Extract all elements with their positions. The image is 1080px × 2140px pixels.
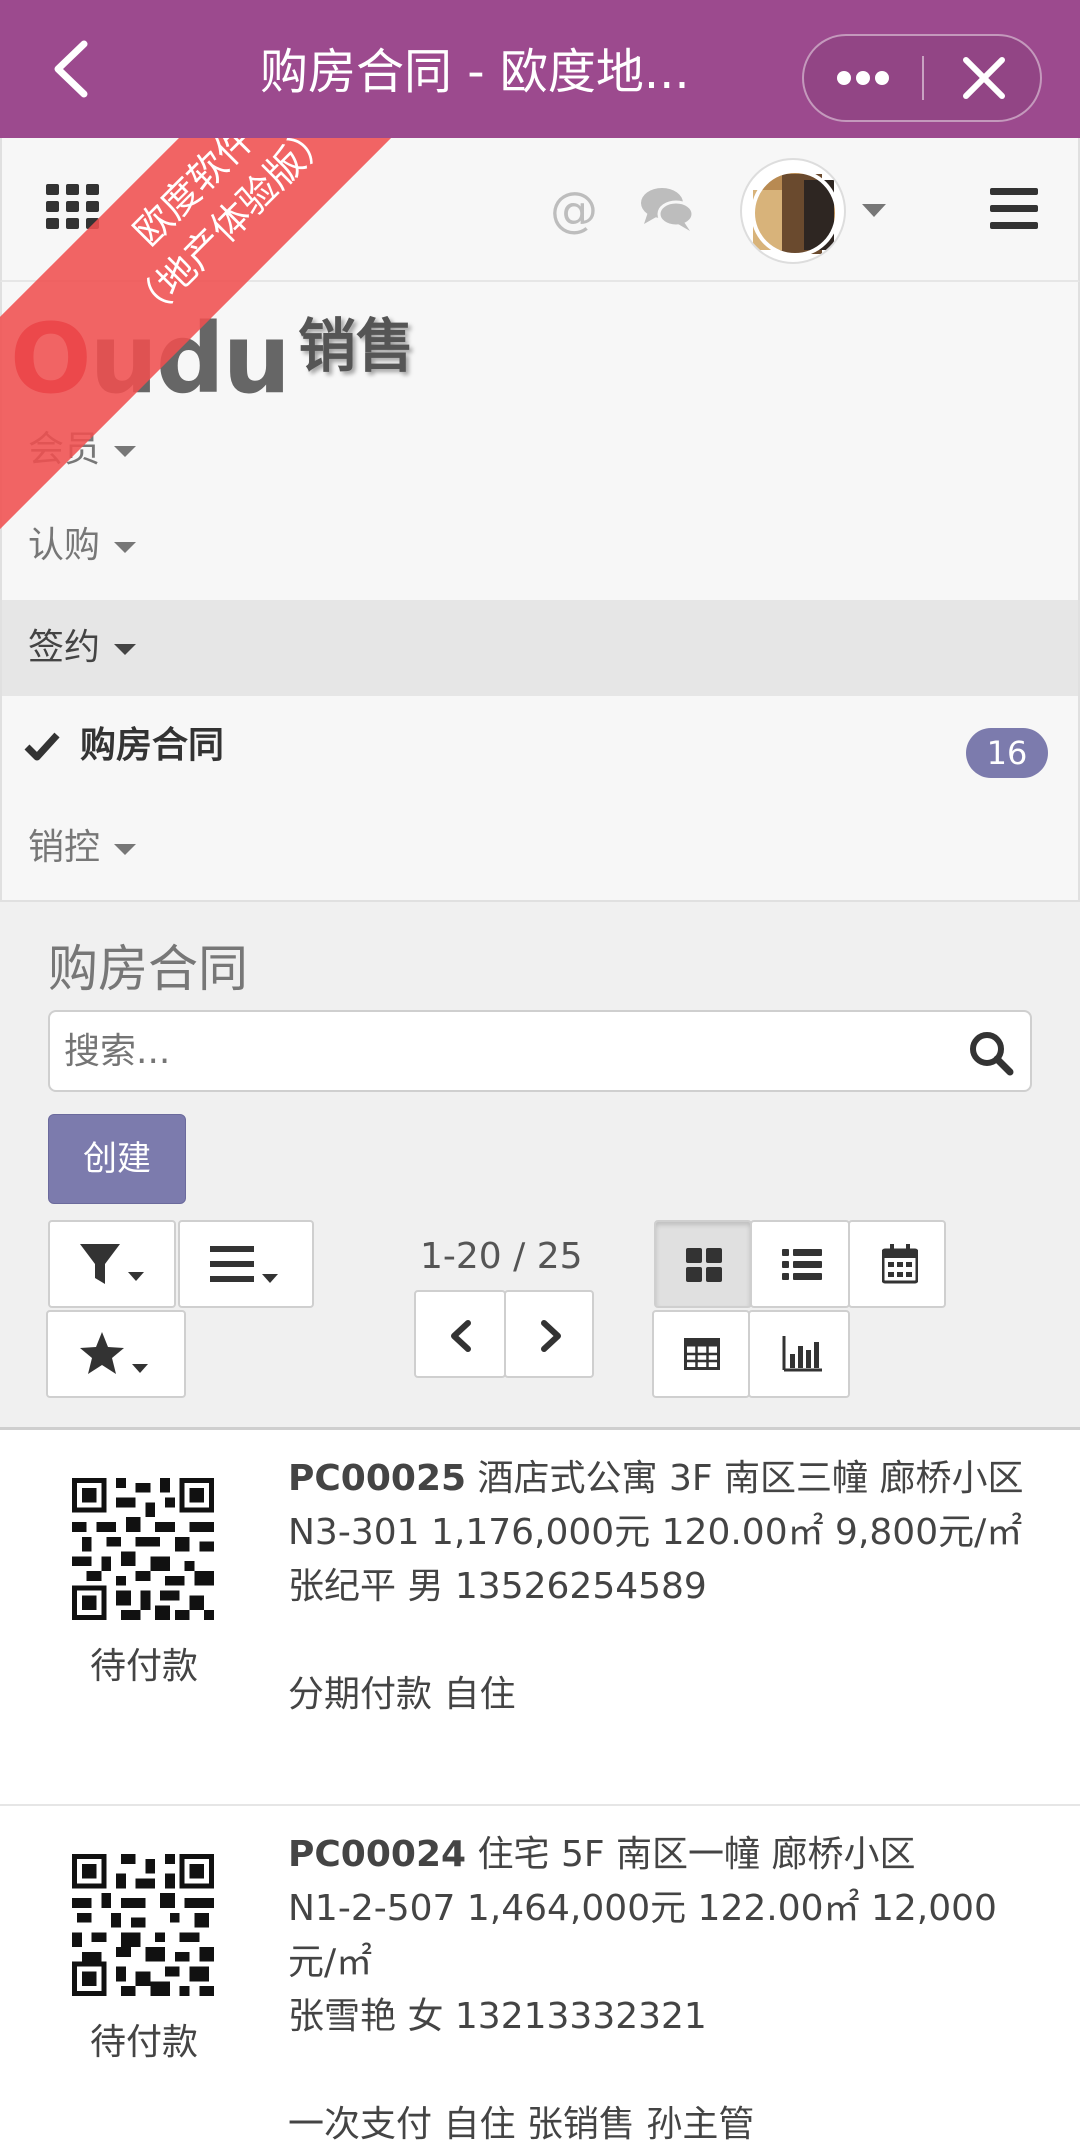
- record-line-5: 分期付款 自住: [288, 1674, 516, 1715]
- menu-item-label: 认购: [28, 525, 101, 566]
- brand-logo: Oudu: [10, 303, 291, 415]
- brand-header: Oudu 销售: [2, 282, 1078, 414]
- menu-item-label: 签约: [28, 627, 101, 668]
- user-avatar[interactable]: [740, 158, 846, 264]
- record-line-1: 酒店式公寓 3F 南区三幢 廊桥小区: [477, 1458, 1024, 1499]
- odoo-top-bar: @: [0, 138, 1080, 282]
- group-by-icon: [210, 1246, 278, 1283]
- caret-down-icon: [114, 843, 137, 855]
- page-title: 购房合同: [48, 940, 248, 998]
- back-button[interactable]: [40, 34, 110, 104]
- pager-previous-button[interactable]: [414, 1290, 506, 1378]
- close-icon: [963, 57, 1005, 99]
- chat-bubbles-icon[interactable]: [640, 186, 695, 232]
- record-line-4: [288, 1614, 1028, 1668]
- create-button[interactable]: 创建: [48, 1114, 186, 1204]
- filter-button[interactable]: [48, 1220, 176, 1308]
- caret-down-icon: [114, 541, 137, 553]
- chevron-left-icon: [451, 1320, 471, 1352]
- app-name: 销售: [298, 312, 415, 380]
- pager-value: 1-20 / 25: [420, 1236, 583, 1277]
- list-view-button[interactable]: [750, 1220, 850, 1308]
- caret-down-icon[interactable]: [862, 204, 886, 218]
- list-icon: [782, 1249, 822, 1280]
- record-details: PC00025 酒店式公寓 3F 南区三幢 廊桥小区 N3-301 1,176,…: [288, 1452, 1028, 1722]
- qr-code-image: [72, 1854, 214, 1996]
- menu-item-label: 购房合同: [80, 725, 225, 766]
- menu-item-label: 销控: [28, 827, 101, 868]
- search-icon[interactable]: [968, 1030, 1014, 1076]
- ellipsis-icon: [837, 71, 889, 85]
- more-button[interactable]: [804, 36, 922, 120]
- at-mention-icon[interactable]: @: [550, 182, 600, 238]
- record-line-1: 住宅 5F 南区一幢 廊桥小区: [477, 1834, 916, 1875]
- filter-icon: [80, 1244, 144, 1284]
- menu-row-signing[interactable]: 签约: [2, 600, 1078, 696]
- record-details: PC00024 住宅 5F 南区一幢 廊桥小区 N1-2-507 1,464,0…: [288, 1828, 1028, 2140]
- record-line-2: N3-301 1,176,000元 120.00㎡ 9,800元/㎡: [288, 1512, 1023, 1553]
- record-line-3: 张纪平 男 13526254589: [288, 1566, 707, 1607]
- star-icon: [80, 1332, 148, 1374]
- search-input[interactable]: [64, 1022, 944, 1080]
- chevron-left-icon: [54, 40, 88, 98]
- record-line-3: 张雪艳 女 13213332321: [288, 1996, 707, 2037]
- record-line-5: 一次支付 自住 张销售 孙主管: [288, 2104, 755, 2140]
- kanban-record[interactable]: 待付款 PC00025 酒店式公寓 3F 南区三幢 廊桥小区 N3-301 1,…: [0, 1430, 1080, 1806]
- kanban-icon: [686, 1248, 722, 1282]
- menu-row-sales-control[interactable]: 销控: [2, 800, 1078, 896]
- record-status: 待付款: [89, 1646, 198, 1687]
- graph-view-button[interactable]: [748, 1310, 850, 1398]
- caret-down-icon: [114, 445, 137, 457]
- favorites-button[interactable]: [46, 1310, 186, 1398]
- mini-program-capsule: [802, 34, 1042, 122]
- apps-menu-button[interactable]: [46, 184, 100, 230]
- table-icon: [684, 1338, 720, 1370]
- record-status: 待付款: [89, 2022, 198, 2063]
- calendar-icon: [882, 1244, 918, 1284]
- chevron-right-icon: [541, 1320, 561, 1352]
- menu-item-label: 会员: [28, 429, 101, 470]
- kanban-record[interactable]: 待付款 PC00024 住宅 5F 南区一幢 廊桥小区 N1-2-507 1,4…: [0, 1806, 1080, 2140]
- hamburger-menu-button[interactable]: [990, 188, 1038, 230]
- avatar-photo: [751, 169, 839, 257]
- window-title: 购房合同 - 欧度地...: [260, 44, 690, 100]
- close-button[interactable]: [926, 36, 1040, 120]
- menu-row-purchase-contract[interactable]: 购房合同 16: [2, 700, 1078, 796]
- search-box: [48, 1010, 1032, 1092]
- bar-chart-icon: [782, 1336, 822, 1372]
- check-icon: [24, 732, 60, 761]
- pivot-view-button[interactable]: [652, 1310, 750, 1398]
- caret-down-icon: [114, 643, 137, 655]
- app-bar: 购房合同 - 欧度地...: [0, 0, 1080, 138]
- record-code: PC00025: [288, 1458, 467, 1499]
- record-code: PC00024: [288, 1834, 467, 1875]
- calendar-view-button[interactable]: [848, 1220, 946, 1308]
- menu-row-subscription[interactable]: 认购: [2, 498, 1078, 594]
- hamburger-icon: [990, 188, 1038, 229]
- control-panel: 购房合同 创建 1-20 / 25: [0, 902, 1080, 1430]
- apps-grid-icon: [46, 184, 99, 229]
- capsule-divider: [922, 56, 924, 100]
- record-line-4: [288, 2044, 1028, 2098]
- group-by-button[interactable]: [178, 1220, 314, 1308]
- menu-row-members[interactable]: 会员: [2, 402, 1078, 498]
- kanban-view-button[interactable]: [654, 1220, 752, 1308]
- count-badge: 16: [966, 728, 1048, 778]
- record-line-2: N1-2-507 1,464,000元 122.00㎡ 12,000元/㎡: [288, 1888, 997, 1983]
- pager-next-button[interactable]: [504, 1290, 594, 1378]
- qr-code-image: [72, 1478, 214, 1620]
